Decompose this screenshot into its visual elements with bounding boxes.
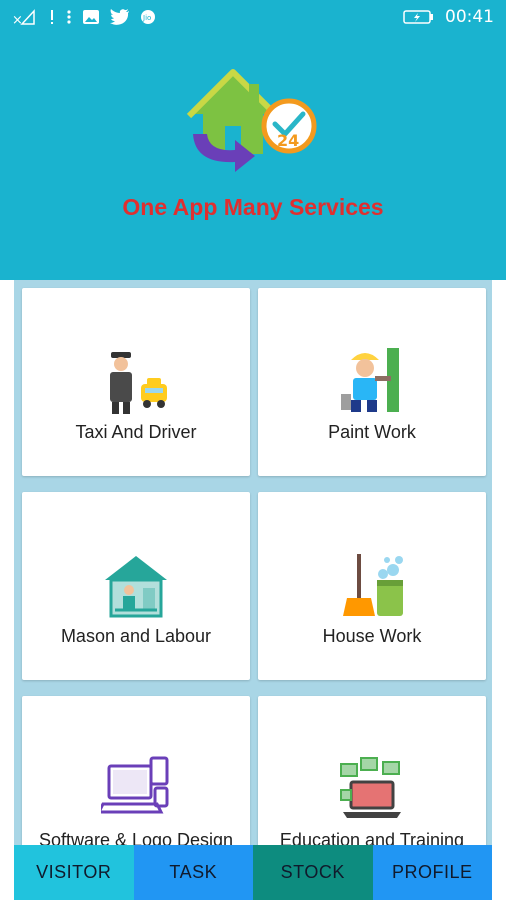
laptop-books-icon [337,754,407,824]
image-icon [82,9,100,25]
nav-task-button[interactable]: TASK [133,845,253,900]
signal-off-icon: × [12,8,38,26]
more-vert-icon [66,9,72,25]
twitter-icon [110,9,130,25]
taxi-driver-icon [101,346,171,416]
nav-visitor-button[interactable]: VISITOR [14,845,134,900]
painter-icon [337,346,407,416]
status-time: 00:41 [445,7,494,27]
nav-profile-button[interactable]: PROFILE [372,845,492,900]
cleaning-broom-icon [337,550,407,620]
service-label: Mason and Labour [60,626,212,646]
svg-text:24: 24 [277,131,299,150]
computer-devices-icon [96,754,171,824]
home-24-logo: 24 [185,64,325,174]
app-header: 24 One App Many Services [0,34,506,280]
jio-icon: Jio [140,9,156,25]
status-bar: × Jio 00:41 [0,0,506,34]
nav-stock-button[interactable]: STOCK [253,845,373,900]
app-tagline: One App Many Services [122,194,384,220]
service-label: Paint Work [328,422,416,442]
service-label: House Work [322,626,422,646]
svg-text:Jio: Jio [142,14,151,22]
bottom-nav: VISITOR TASK STOCK PROFILE [14,845,492,900]
battery-charging-icon [403,9,435,25]
services-grid: Taxi And Driver Paint Work Mason and Lab… [14,280,492,900]
service-label: Taxi And Driver [75,422,197,442]
status-right: 00:41 [403,7,494,27]
service-card-mason[interactable]: Mason and Labour [22,492,250,680]
notification-icon [48,9,56,25]
service-card-taxi[interactable]: Taxi And Driver [22,288,250,476]
service-card-housework[interactable]: House Work [258,492,486,680]
mason-house-icon [101,550,171,620]
service-card-paint[interactable]: Paint Work [258,288,486,476]
status-left-icons: × Jio [12,8,156,26]
